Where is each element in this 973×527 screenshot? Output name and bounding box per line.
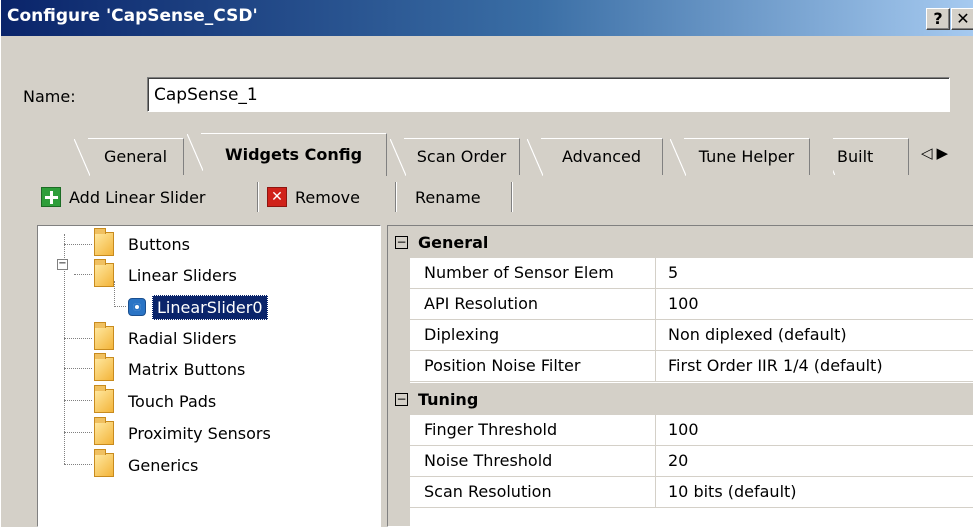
tree-item-label: Radial Sliders [128, 328, 237, 348]
tree-line [74, 274, 92, 275]
property-row[interactable]: Diplexing Non diplexed (default) [410, 320, 973, 351]
property-grid-gutter [388, 226, 410, 526]
tree-item-label: Matrix Buttons [128, 359, 246, 379]
close-button[interactable]: ✕ [951, 8, 973, 30]
folder-icon [94, 353, 114, 381]
tree-item-matrix-buttons[interactable]: Matrix Buttons [94, 353, 246, 384]
folder-icon [94, 228, 114, 256]
window-title: Configure 'CapSense_CSD' [7, 6, 258, 26]
tab-scroll-arrows[interactable]: ◁▶ [921, 144, 952, 162]
name-label: Name: [23, 87, 76, 106]
property-row[interactable]: Finger Threshold 100 [410, 415, 973, 446]
property-name: Finger Threshold [410, 415, 656, 446]
tree-line [64, 244, 92, 245]
x-icon: ✕ [267, 187, 287, 207]
rename-label: Rename [415, 187, 481, 207]
tree-item-label: Generics [128, 455, 199, 475]
property-name: Scan Resolution [410, 477, 656, 508]
property-row[interactable]: Noise Threshold 20 [410, 446, 973, 477]
help-button[interactable]: ? [926, 8, 950, 30]
tree-item-buttons[interactable]: Buttons [94, 228, 190, 259]
plus-icon [41, 187, 61, 207]
configure-dialog: Configure 'CapSense_CSD' ? ✕ Name: CapSe… [0, 0, 973, 527]
property-value[interactable]: 10 bits (default) [656, 477, 973, 508]
gear-icon [128, 298, 146, 316]
tree-item-label: Proximity Sensors [128, 423, 271, 443]
tree-line [64, 338, 92, 339]
property-grid[interactable]: − General Number of Sensor Elem 5 API Re… [387, 225, 973, 527]
property-name: API Resolution [410, 289, 656, 320]
property-row[interactable]: API Resolution 100 [410, 289, 973, 320]
tab-tune-helper[interactable]: Tune Helper [670, 138, 810, 176]
add-linear-slider-label: Add Linear Slider [69, 187, 206, 207]
property-value[interactable]: Non diplexed (default) [656, 320, 973, 351]
property-name: Noise Threshold [410, 446, 656, 477]
property-name: Position Noise Filter [410, 351, 656, 382]
toolbar-separator [395, 182, 397, 212]
folder-icon [94, 322, 114, 350]
collapse-icon[interactable]: − [395, 392, 408, 406]
folder-icon [94, 449, 114, 477]
tree-item-label: LinearSlider0 [152, 294, 268, 320]
name-input[interactable]: CapSense_1 [147, 77, 950, 112]
category-tuning[interactable]: − Tuning [388, 383, 973, 415]
tab-general[interactable]: General [74, 138, 184, 176]
property-value[interactable]: First Order IIR 1/4 (default) [656, 351, 973, 382]
tab-advanced[interactable]: Advanced [527, 138, 663, 176]
property-value[interactable]: 100 [656, 415, 973, 446]
folder-icon [94, 385, 114, 413]
collapse-icon[interactable]: − [395, 235, 408, 249]
toolbar-separator [257, 182, 259, 212]
property-row[interactable]: Scan Resolution 10 bits (default) [410, 477, 973, 508]
remove-button[interactable]: ✕ Remove [267, 177, 360, 217]
tree-item-label: Touch Pads [128, 391, 217, 411]
property-name: Diplexing [410, 320, 656, 351]
category-label: General [418, 232, 489, 252]
tab-scan-order[interactable]: Scan Order [390, 138, 520, 176]
tree-item-generics[interactable]: Generics [94, 449, 199, 480]
tree-line [64, 400, 92, 401]
collapse-icon[interactable]: − [57, 259, 68, 270]
tab-built-in[interactable]: Built [833, 138, 909, 175]
category-general[interactable]: − General [388, 226, 973, 258]
folder-icon [94, 417, 114, 445]
title-bar[interactable]: Configure 'CapSense_CSD' ? ✕ [1, 0, 973, 36]
tab-strip: General Scan Order Advanced Tune Helper … [1, 130, 973, 176]
tree-item-linear-sliders[interactable]: Linear Sliders [94, 259, 237, 290]
widgets-toolbar: Add Linear Slider ✕ Remove Rename [37, 177, 973, 217]
tree-item-radial-sliders[interactable]: Radial Sliders [94, 322, 237, 353]
tree-item-touch-pads[interactable]: Touch Pads [94, 385, 217, 416]
tree-line [114, 306, 126, 307]
add-linear-slider-button[interactable]: Add Linear Slider [41, 177, 206, 217]
rename-button[interactable]: Rename [403, 177, 481, 217]
property-value[interactable]: 100 [656, 289, 973, 320]
property-row[interactable]: Position Noise Filter First Order IIR 1/… [410, 351, 973, 382]
tree-line [64, 368, 92, 369]
tab-scroll-left-icon[interactable]: ◁ [921, 144, 937, 162]
tree-item-linearslider0[interactable]: LinearSlider0 [128, 292, 268, 322]
tree-line [64, 432, 92, 433]
tree-line [64, 464, 92, 465]
tab-widgets-config[interactable]: Widgets Config [187, 133, 387, 176]
property-row[interactable]: Number of Sensor Elem 5 [410, 258, 973, 289]
widget-tree[interactable]: Buttons Linear Sliders LinearSlider0 Rad… [37, 225, 381, 527]
folder-icon [94, 259, 114, 287]
remove-label: Remove [295, 187, 360, 207]
toolbar-separator [511, 182, 513, 212]
category-label: Tuning [418, 389, 479, 409]
property-value[interactable]: 5 [656, 258, 973, 289]
property-value[interactable]: 20 [656, 446, 973, 477]
tree-item-label: Linear Sliders [128, 265, 237, 285]
tree-item-proximity-sensors[interactable]: Proximity Sensors [94, 417, 271, 448]
tree-item-label: Buttons [128, 234, 190, 254]
tab-scroll-right-icon[interactable]: ▶ [937, 144, 953, 162]
property-name: Number of Sensor Elem [410, 258, 656, 289]
